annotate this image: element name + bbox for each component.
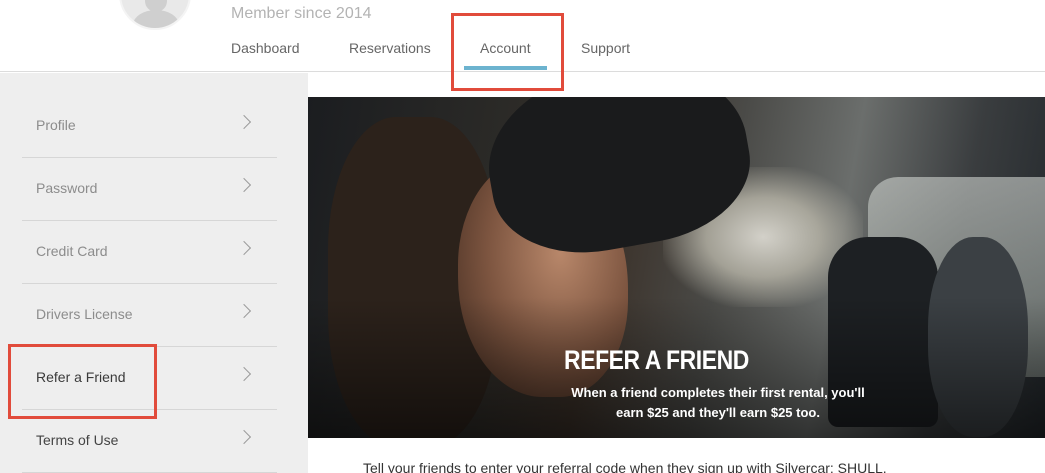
sidebar-item-terms-of-use[interactable]: Terms of Use: [22, 410, 277, 473]
sidebar-item-label: Terms of Use: [36, 432, 119, 448]
member-since-text: Member since 2014: [231, 5, 372, 22]
sidebar-item-profile[interactable]: Profile: [22, 95, 277, 158]
referral-code-text: Tell your friends to enter your referral…: [363, 460, 887, 473]
tab-support[interactable]: Support: [581, 40, 630, 56]
chevron-right-icon: [236, 114, 252, 130]
chevron-right-icon: [236, 177, 252, 193]
hero-text: When a friend completes their first rent…: [571, 385, 865, 420]
sidebar-item-label: Password: [36, 180, 98, 196]
avatar[interactable]: [119, 0, 191, 30]
tab-dashboard[interactable]: Dashboard: [231, 40, 300, 56]
sidebar-item-label: Credit Card: [36, 243, 108, 259]
account-tab-highlight: [451, 13, 564, 91]
refer-a-friend-hero-image: REFER A FRIEND When a friend completes t…: [308, 97, 1045, 438]
refer-a-friend-highlight: [8, 344, 157, 419]
sidebar-item-password[interactable]: Password: [22, 158, 277, 221]
chevron-right-icon: [236, 240, 252, 256]
chevron-right-icon: [236, 429, 252, 445]
chevron-right-icon: [236, 366, 252, 382]
avatar-shoulders-icon: [133, 10, 179, 28]
sidebar-item-label: Profile: [36, 117, 76, 133]
sidebar-item-label: Drivers License: [36, 306, 133, 322]
sidebar-item-drivers-license[interactable]: Drivers License: [22, 284, 277, 347]
tab-reservations[interactable]: Reservations: [349, 40, 431, 56]
hero-title: REFER A FRIEND: [564, 345, 749, 375]
chevron-right-icon: [236, 303, 252, 319]
sidebar-item-credit-card[interactable]: Credit Card: [22, 221, 277, 284]
